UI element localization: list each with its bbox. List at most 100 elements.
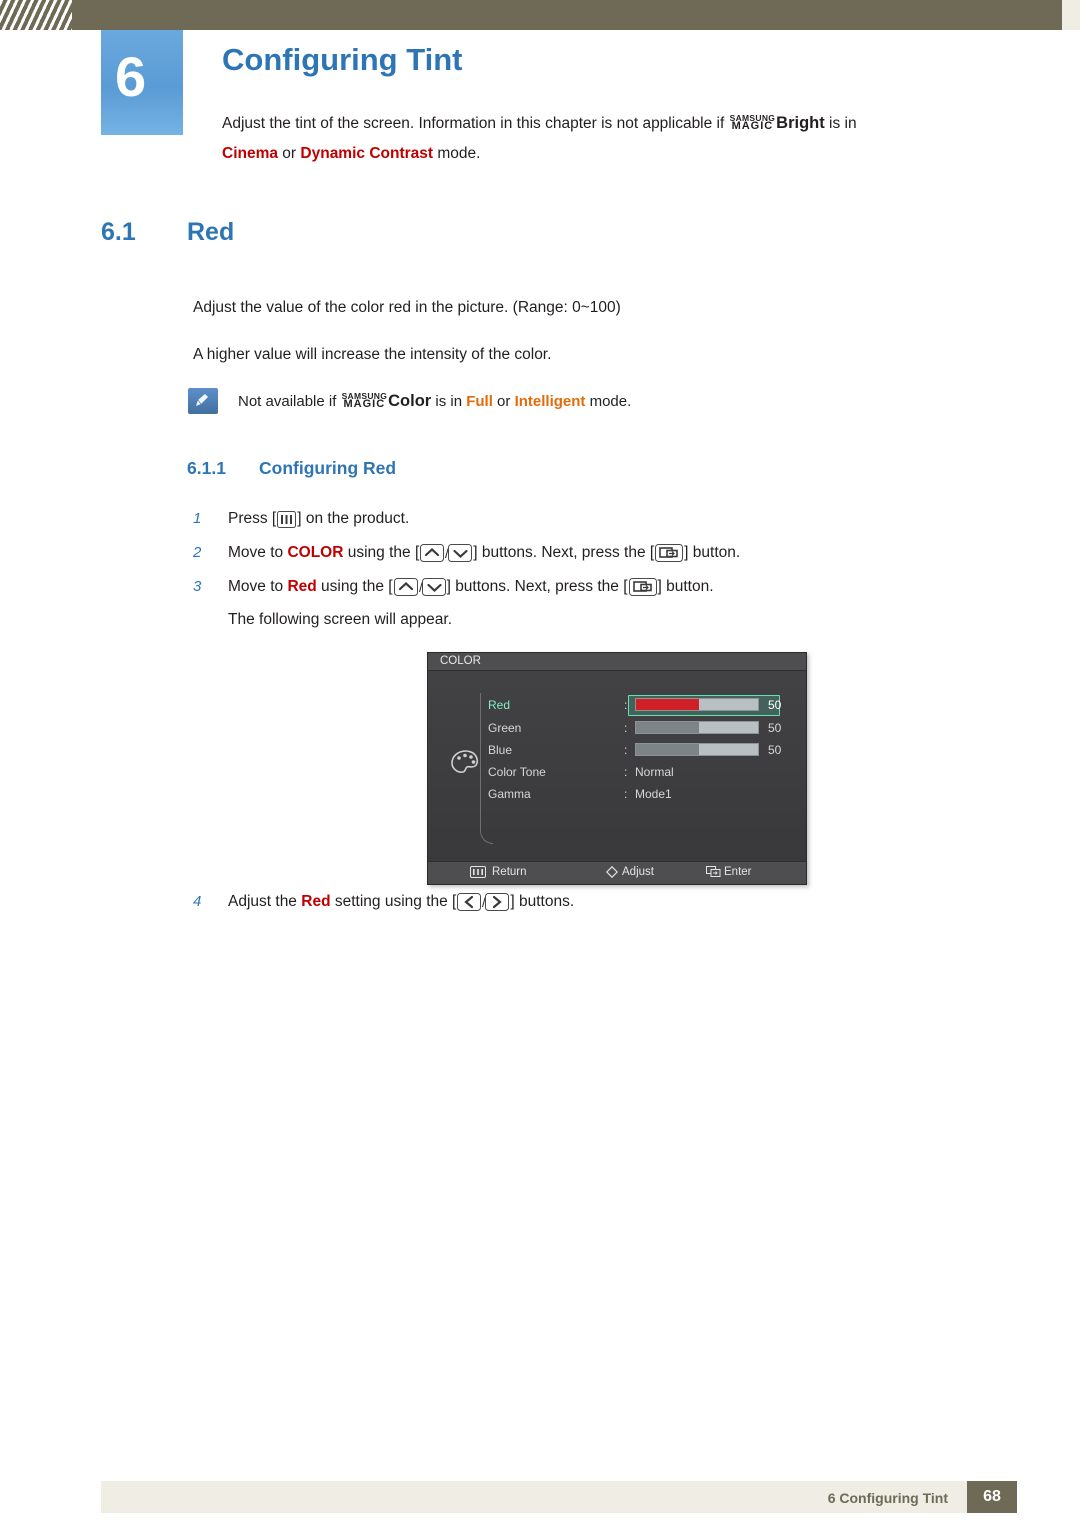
step-1-pre: Press [ <box>228 510 277 527</box>
osd-bar-fill-blue <box>636 744 700 755</box>
menu-key-icon <box>277 511 297 533</box>
palette-icon <box>450 749 484 782</box>
keyword-red-step3: Red <box>287 578 317 595</box>
osd-bar-fill-red <box>636 699 700 710</box>
intro-text-part1: Adjust the tint of the screen. Informati… <box>222 115 729 132</box>
step-1: 1 Press [ ] on the product. <box>193 510 409 533</box>
step-3-pre: Move to <box>228 578 288 595</box>
note-icon <box>188 388 218 414</box>
note-text: Not available if SAMSUNG MAGIC Color is in… <box>238 391 631 412</box>
section-paragraph-1: Adjust the value of the color red in the… <box>193 299 621 316</box>
step-2-mid2: ] buttons. Next, press the [ <box>473 544 655 561</box>
magic-logo-bottom: MAGIC <box>731 120 774 132</box>
note-prefix: Not available if <box>238 393 341 410</box>
step-4-pre: Adjust the <box>228 893 302 910</box>
osd-value-green: 50 <box>768 721 782 735</box>
step-1-post: ] on the product. <box>297 510 410 527</box>
section-title: Red <box>187 218 235 246</box>
osd-screen: COLOR Red : 50 Green : 50 Blue : 50 Colo… <box>427 652 807 885</box>
step-4-index: 4 <box>193 893 202 910</box>
up-down-key-icon: / <box>420 544 473 567</box>
chapter-number-badge: 6 <box>101 30 183 135</box>
step-4: 4 Adjust the Red setting using the [/] b… <box>193 893 574 916</box>
subsection-title: Configuring Red <box>259 458 397 478</box>
osd-row-label-gamma[interactable]: Gamma <box>488 787 531 801</box>
osd-colon-blue: : <box>624 743 628 757</box>
osd-value-red: 50 <box>768 698 782 712</box>
samsung-magic-logo: SAMSUNG MAGIC <box>730 113 776 133</box>
section-number: 6.1 <box>101 218 136 246</box>
keyword-dynamic-contrast: Dynamic Contrast <box>300 145 434 162</box>
step-4-text: Adjust the Red setting using the [/] but… <box>228 893 574 916</box>
step-3-index: 3 <box>193 578 202 595</box>
step-2-index: 2 <box>193 544 202 561</box>
osd-colon-gamma: : <box>624 787 628 801</box>
intro-text-part3: mode. <box>433 145 481 162</box>
step-1-index: 1 <box>193 510 202 527</box>
step-2-pre: Move to <box>228 544 288 561</box>
left-right-key-icon: / <box>457 893 510 916</box>
step-2-mid: using the [ <box>343 544 420 561</box>
section-paragraph-2: A higher value will increase the intensi… <box>193 346 552 363</box>
step-3-extra-line: The following screen will appear. <box>228 611 453 628</box>
note-block: Not available if SAMSUNG MAGIC Color is in… <box>188 388 888 416</box>
step-3-mid2: ] buttons. Next, press the [ <box>446 578 628 595</box>
osd-footer-return-label[interactable]: Return <box>492 866 527 878</box>
step-1-text: Press [ ] on the product. <box>228 510 409 533</box>
note-suffix: mode. <box>585 393 632 410</box>
header-right-tab <box>1062 0 1080 30</box>
osd-row-label-blue[interactable]: Blue <box>488 743 512 757</box>
step-2-text: Move to COLOR using the [/] buttons. Nex… <box>228 544 740 567</box>
step-3-text: Move to Red using the [/] buttons. Next,… <box>228 578 714 601</box>
osd-row-label-red[interactable]: Red <box>488 698 510 712</box>
up-down-key-icon-2: / <box>393 578 446 601</box>
subsection-number: 6.1.1 <box>187 458 226 478</box>
intro-paragraph: Adjust the tint of the screen. Informati… <box>222 108 1022 169</box>
enter-key-icon-2 <box>628 578 657 601</box>
footer-text: 6 Configuring Tint <box>827 1490 948 1506</box>
magiccolor-label: Color <box>388 392 432 410</box>
step-2-post: ] button. <box>684 544 741 561</box>
osd-footer-return-icon <box>470 866 486 880</box>
osd-value-gamma: Mode1 <box>635 787 672 801</box>
osd-footer-enter-icon <box>706 866 722 880</box>
step-2: 2 Move to COLOR using the [/] buttons. N… <box>193 544 740 567</box>
osd-footer: Return Adjust Enter <box>428 861 806 884</box>
keyword-red-step4: Red <box>301 893 331 910</box>
pencil-note-glyph <box>196 394 208 406</box>
osd-bar-red[interactable] <box>635 698 759 711</box>
osd-bar-blue[interactable] <box>635 743 759 756</box>
osd-colon-red: : <box>624 698 628 712</box>
osd-row-label-green[interactable]: Green <box>488 721 521 735</box>
osd-colon-color-tone: : <box>624 765 628 779</box>
osd-footer-enter-label[interactable]: Enter <box>724 866 752 878</box>
step-4-post: ] buttons. <box>510 893 575 910</box>
page-title: Configuring Tint <box>222 42 463 77</box>
header-band <box>0 0 1080 30</box>
osd-row-label-color-tone[interactable]: Color Tone <box>488 765 546 779</box>
step-3-mid: using the [ <box>316 578 393 595</box>
keyword-full: Full <box>466 393 493 410</box>
osd-bar-fill-green <box>636 722 700 733</box>
magicbright-label: Bright <box>776 114 825 132</box>
osd-value-color-tone: Normal <box>635 765 674 779</box>
osd-title: COLOR <box>440 655 481 667</box>
chapter-number: 6 <box>115 45 146 108</box>
enter-key-icon <box>655 544 684 567</box>
keyword-color: COLOR <box>287 544 344 561</box>
note-mid: is in <box>431 393 467 410</box>
osd-footer-adjust-label[interactable]: Adjust <box>622 866 654 878</box>
osd-titlebar: COLOR <box>428 653 806 671</box>
samsung-magic-logo-note: SAMSUNG MAGIC <box>342 391 388 411</box>
step-4-mid: setting using the [ <box>330 893 457 910</box>
osd-footer-adjust-icon <box>605 865 619 880</box>
step-3: 3 Move to Red using the [/] buttons. Nex… <box>193 578 714 601</box>
header-hatch-decoration <box>0 0 72 30</box>
intro-text-part2: is in <box>824 115 857 132</box>
keyword-cinema: Cinema <box>222 145 278 162</box>
note-or: or <box>492 393 515 410</box>
osd-bar-green[interactable] <box>635 721 759 734</box>
keyword-intelligent: Intelligent <box>514 393 586 410</box>
step-3-post: ] button. <box>657 578 714 595</box>
footer-page-number: 68 <box>983 1488 1001 1505</box>
